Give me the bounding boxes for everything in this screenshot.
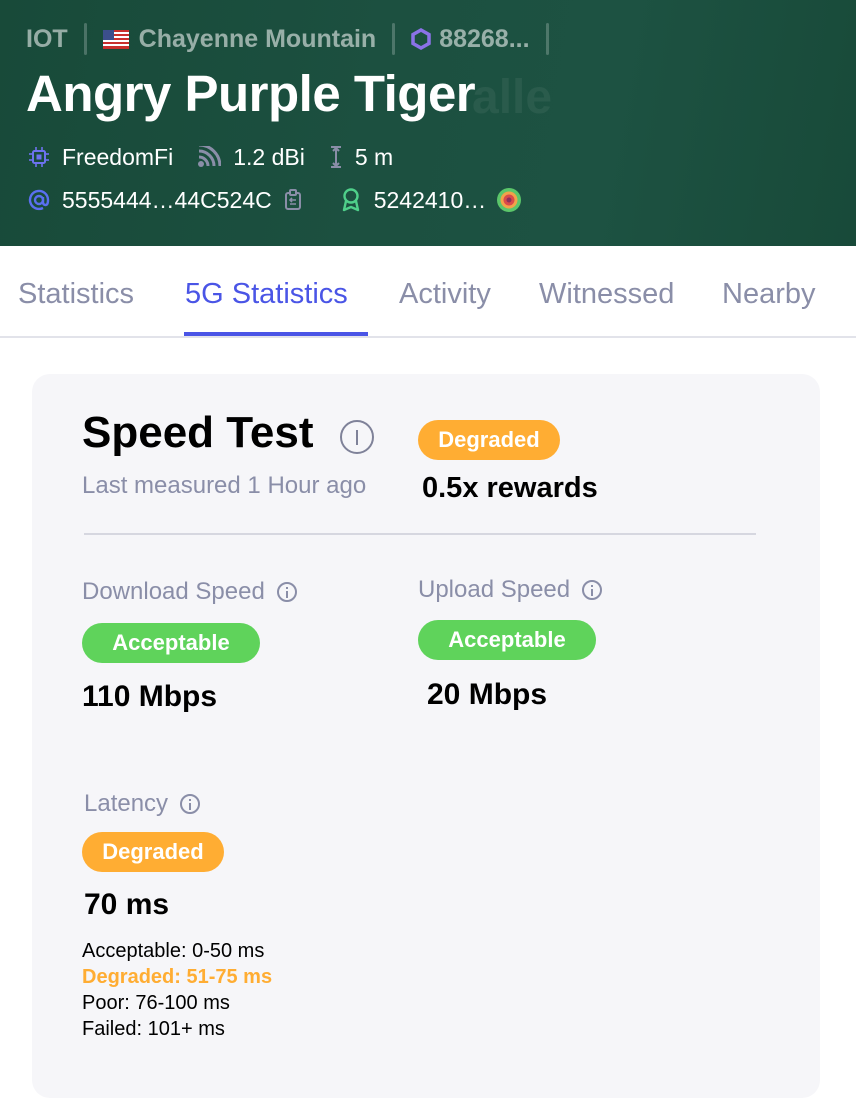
breadcrumb-divider [392, 23, 396, 55]
at-icon [28, 189, 50, 211]
rewards-multiplier: 0.5x rewards [422, 472, 598, 504]
reward-address-info: 5242410… [340, 187, 535, 214]
reward-address[interactable]: 5242410… [374, 187, 487, 214]
hotspot-name: Angry Purple Tiger [26, 65, 476, 122]
tab-activity[interactable]: Activity [399, 278, 491, 311]
card-divider [84, 533, 756, 535]
info-icon[interactable] [276, 582, 297, 602]
hotspot-addresses: 5555444…44C524C 5242410… [28, 185, 558, 215]
elevation-info: 5 m [329, 144, 393, 171]
network-label[interactable]: IOT [26, 25, 68, 54]
maker-name: FreedomFi [62, 143, 174, 170]
breadcrumb: IOT Chayenne Mountain 88268... [26, 22, 565, 56]
header-watermark: alle [472, 71, 553, 124]
award-icon [340, 188, 362, 212]
upload-speed-label-text: Upload Speed [418, 576, 571, 603]
download-status-badge: Acceptable [82, 623, 260, 663]
hex-id-label[interactable]: 88268... [439, 25, 529, 54]
download-speed-label-text: Download Speed [82, 578, 265, 605]
last-measured: Last measured 1 Hour ago [82, 472, 367, 499]
hotspot-specs: FreedomFi 1.2 dBi 5 m [28, 142, 417, 172]
breadcrumb-divider [83, 23, 87, 55]
threshold-degraded: Degraded: 51-75 ms [82, 966, 273, 988]
upload-speed-label: Upload Speed [418, 576, 603, 604]
hotspot-header: alle IOT Chayenne Mountain 88268... Angr… [0, 0, 856, 246]
latency-status-badge: Degraded [82, 832, 224, 872]
latency-label-text: Latency [84, 790, 169, 817]
tab-bar: Statistics 5G Statistics Activity Witnes… [0, 246, 856, 338]
threshold-poor: Poor: 76-100 ms [82, 992, 230, 1014]
signal-icon [197, 146, 222, 168]
breadcrumb-divider [545, 23, 549, 55]
owner-address[interactable]: 5555444…44C524C [62, 187, 272, 214]
target-avatar-icon [496, 187, 522, 213]
info-icon[interactable] [340, 420, 374, 454]
hex-icon [411, 28, 431, 50]
threshold-failed: Failed: 101+ ms [82, 1018, 225, 1040]
elevation-icon [329, 145, 343, 169]
us-flag-icon [102, 29, 129, 49]
speed-test-card: Speed Test Last measured 1 Hour ago Degr… [32, 374, 820, 1098]
maker-info: FreedomFi [28, 144, 173, 171]
speed-test-title: Speed Test [82, 408, 314, 457]
tab-5g-statistics[interactable]: 5G Statistics [185, 278, 348, 311]
overall-status-badge: Degraded [418, 420, 560, 460]
upload-status-badge: Acceptable [418, 620, 596, 660]
tab-nearby[interactable]: Nearby [722, 278, 816, 311]
latency-value: 70 ms [84, 888, 170, 921]
download-speed-value: 110 Mbps [82, 680, 218, 713]
antenna-info: 1.2 dBi [197, 144, 305, 171]
download-speed-label: Download Speed [82, 578, 297, 606]
tab-witnessed[interactable]: Witnessed [539, 278, 674, 311]
threshold-acceptable: Acceptable: 0-50 ms [82, 940, 265, 962]
elevation-value: 5 m [354, 143, 394, 170]
location-label[interactable]: Chayenne Mountain [139, 25, 377, 54]
latency-thresholds: Acceptable: 0-50 ms Degraded: 51-75 ms P… [82, 938, 272, 1042]
active-tab-indicator [184, 332, 368, 336]
owner-address-info: 5555444…44C524C [28, 187, 316, 214]
tab-statistics[interactable]: Statistics [18, 278, 134, 311]
antenna-gain: 1.2 dBi [233, 143, 305, 170]
chip-icon [28, 146, 50, 168]
info-icon[interactable] [582, 580, 603, 600]
info-icon[interactable] [180, 794, 201, 814]
upload-speed-value: 20 Mbps [427, 678, 548, 711]
copy-icon[interactable] [284, 189, 304, 211]
latency-label: Latency [84, 790, 201, 818]
